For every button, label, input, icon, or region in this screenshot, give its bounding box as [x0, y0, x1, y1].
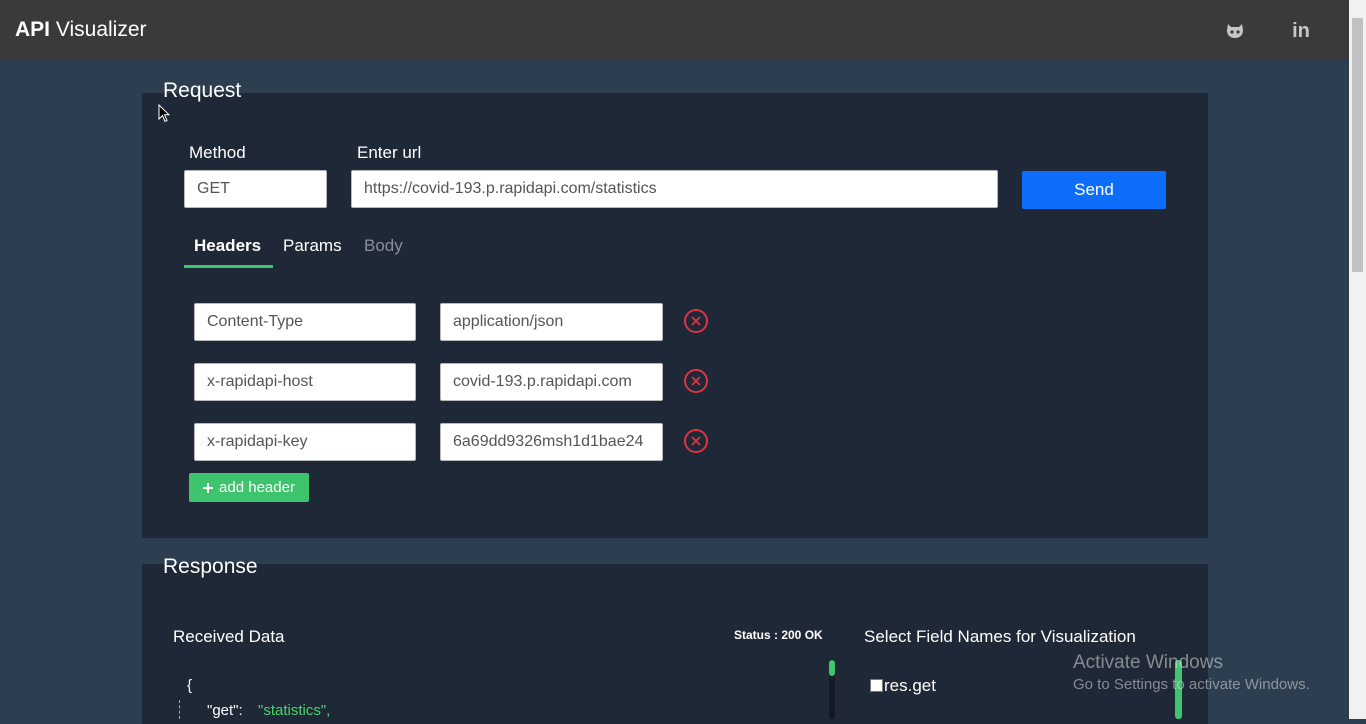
remove-header-button[interactable]	[684, 309, 708, 333]
linkedin-icon[interactable]: in	[1290, 20, 1312, 42]
active-tab-indicator	[184, 265, 273, 268]
add-header-label: add header	[219, 479, 295, 496]
url-input[interactable]: https://covid-193.p.rapidapi.com/statist…	[351, 170, 998, 208]
status-badge: Status : 200 OK	[734, 628, 823, 642]
plus-icon	[203, 482, 214, 493]
tab-params[interactable]: Params	[283, 236, 342, 256]
code-scrollbar-thumb[interactable]	[829, 660, 835, 676]
tab-headers[interactable]: Headers	[194, 236, 261, 256]
linkedin-icon-glyph: in	[1292, 19, 1310, 42]
page-scrollbar-thumb[interactable]	[1352, 18, 1363, 272]
header-key-input[interactable]: x-rapidapi-host	[194, 363, 416, 401]
navbar: API Visualizer in	[0, 0, 1349, 59]
tab-body[interactable]: Body	[364, 236, 403, 256]
header-value-input[interactable]: application/json	[440, 303, 663, 341]
field-checkbox[interactable]	[870, 679, 883, 692]
select-fields-label: Select Field Names for Visualization	[864, 627, 1136, 646]
header-key-input[interactable]: x-rapidapi-key	[194, 423, 416, 461]
add-header-button[interactable]: add header	[189, 473, 309, 502]
brand-logo[interactable]: API Visualizer	[15, 18, 147, 42]
brand-text: Visualizer	[50, 18, 147, 41]
json-open-brace: {	[187, 677, 193, 694]
close-icon	[691, 436, 701, 446]
url-label: Enter url	[357, 143, 422, 162]
header-value-input[interactable]: 6a69dd9326msh1d1bae24	[440, 423, 663, 461]
header-key-input[interactable]: Content-Type	[194, 303, 416, 341]
field-checkbox-label[interactable]: res.get	[884, 676, 936, 696]
remove-header-button[interactable]	[684, 369, 708, 393]
method-label: Method	[189, 143, 246, 162]
method-input[interactable]: GET	[184, 170, 327, 208]
send-button[interactable]: Send	[1022, 171, 1166, 209]
json-key: "get":	[207, 702, 243, 719]
github-icon-glyph	[1227, 24, 1243, 38]
json-indent-guide	[179, 700, 180, 719]
github-icon[interactable]	[1224, 20, 1246, 42]
close-icon	[691, 316, 701, 326]
request-title: Request	[163, 79, 242, 102]
json-value: "statistics",	[258, 702, 331, 719]
close-icon	[691, 376, 701, 386]
activate-windows-title: Activate Windows	[1073, 652, 1223, 673]
received-data-label: Received Data	[173, 627, 285, 646]
response-title: Response	[163, 555, 258, 578]
activate-windows-subtitle: Go to Settings to activate Windows.	[1073, 676, 1310, 693]
remove-header-button[interactable]	[684, 429, 708, 453]
mouse-cursor-icon	[158, 104, 170, 123]
header-value-input[interactable]: covid-193.p.rapidapi.com	[440, 363, 663, 401]
brand-bold: API	[15, 18, 51, 41]
